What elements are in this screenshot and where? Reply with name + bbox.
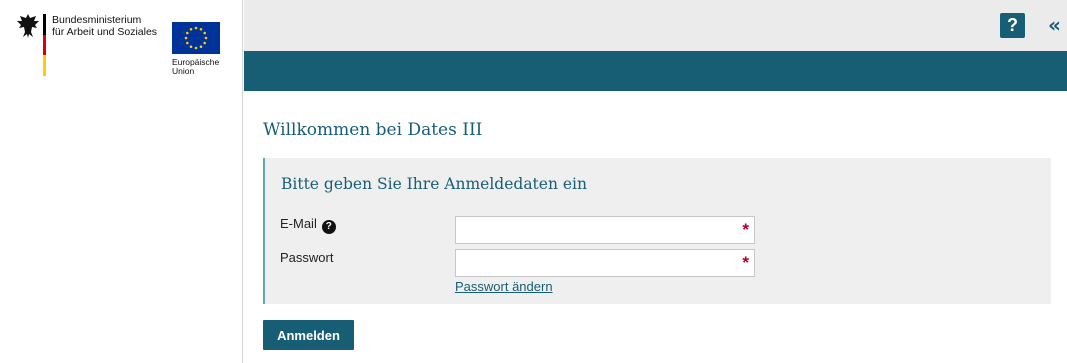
login-panel: Bitte geben Sie Ihre Anmeldedaten ein E-… [263, 158, 1051, 304]
change-password-link[interactable]: Passwort ändern [455, 279, 553, 294]
login-panel-title: Bitte geben Sie Ihre Anmeldedaten ein [281, 175, 587, 193]
question-icon: ? [1007, 15, 1018, 35]
email-label: E-Mail? [280, 216, 336, 234]
page-title: Willkommen bei Dates III [263, 120, 483, 140]
required-marker: * [742, 253, 749, 272]
ministry-name-line1: Bundesministerium [52, 14, 142, 26]
double-chevron-left-icon: « [1048, 13, 1061, 37]
password-field-wrapper: * [455, 249, 755, 277]
eu-label: Europäische Union [172, 58, 219, 76]
email-field[interactable] [456, 217, 754, 243]
password-label: Passwort [280, 250, 334, 265]
navigation-bar [244, 51, 1067, 91]
password-field[interactable] [456, 250, 754, 276]
ministry-name-line2: für Arbeit und Soziales [52, 26, 158, 38]
federal-eagle-icon [16, 12, 40, 40]
required-marker: * [742, 220, 749, 239]
sidebar: Bundesministerium für Arbeit und Soziale… [0, 0, 243, 363]
top-bar: ? « [244, 0, 1067, 51]
eu-flag-icon [172, 22, 220, 54]
info-icon[interactable]: ? [321, 220, 336, 234]
german-flag-stripe [43, 14, 46, 76]
email-field-wrapper: * [455, 216, 755, 244]
help-button[interactable]: ? [1000, 13, 1025, 38]
eu-label-line2: Union [172, 66, 195, 76]
login-button[interactable]: Anmelden [263, 320, 354, 350]
collapse-sidebar-button[interactable]: « [1048, 10, 1067, 40]
email-label-text: E-Mail [280, 216, 317, 231]
ministry-logo-text: Bundesministerium für Arbeit und Soziale… [52, 14, 157, 38]
